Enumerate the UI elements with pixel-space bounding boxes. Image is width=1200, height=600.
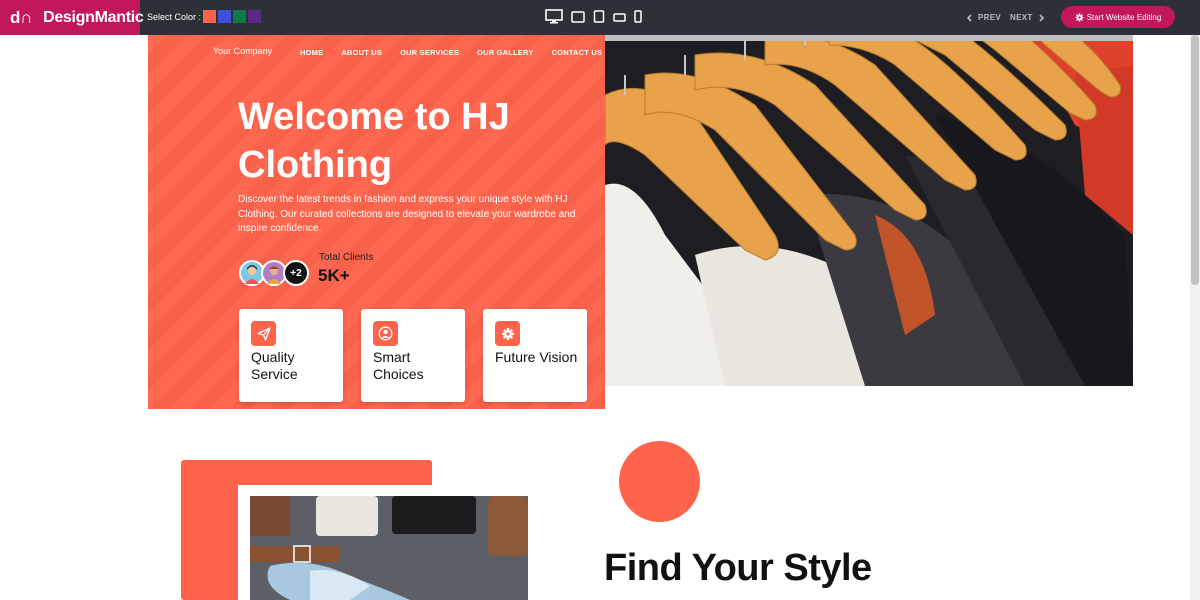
hero-section: Your Company HOME ABOUT US OUR SERVICES … — [148, 35, 605, 409]
feature-card-future-vision[interactable]: Future Vision — [483, 309, 587, 402]
color-swatch-orange[interactable] — [203, 10, 216, 23]
feature-card-quality-service[interactable]: Quality Service — [239, 309, 343, 402]
chevron-right-icon — [1038, 13, 1044, 22]
page-scrollbar[interactable] — [1190, 35, 1200, 600]
gear-icon — [495, 321, 520, 346]
avatar-more-count: +2 — [283, 260, 309, 286]
logo-mark: d∩ — [10, 7, 33, 27]
hero-description: Discover the latest trends in fashion an… — [238, 194, 576, 234]
feature-card-label: Smart Choices — [373, 349, 424, 382]
next-button[interactable]: NEXT — [1010, 13, 1045, 22]
color-swatch-green[interactable] — [233, 10, 246, 23]
chevron-left-icon — [966, 13, 972, 22]
decorative-orange-circle — [619, 441, 700, 522]
scrollbar-thumb[interactable] — [1191, 35, 1199, 285]
feature-card-label: Quality Service — [251, 349, 298, 382]
feature-card-label: Future Vision — [495, 349, 578, 365]
company-logo-text[interactable]: Your Company — [213, 46, 272, 56]
site-nav: HOME ABOUT US OUR SERVICES OUR GALLERY C… — [300, 48, 602, 57]
mobile-portrait-icon[interactable] — [634, 10, 642, 23]
start-editing-label: Start Website Editing — [1086, 12, 1162, 22]
nav-about-us[interactable]: ABOUT US — [341, 48, 382, 57]
desktop-icon[interactable] — [545, 9, 563, 24]
mobile-landscape-icon[interactable] — [613, 12, 626, 22]
logo-text: DesignMantic — [43, 8, 144, 26]
gear-icon — [1075, 12, 1084, 22]
total-clients-label: Total Clients — [319, 252, 374, 263]
nav-our-services[interactable]: OUR SERVICES — [400, 48, 459, 57]
color-swatch-purple[interactable] — [248, 10, 261, 23]
nav-home[interactable]: HOME — [300, 48, 323, 57]
device-switcher — [545, 9, 642, 24]
prev-label: PREV — [978, 13, 1001, 22]
color-swatch-blue[interactable] — [218, 10, 231, 23]
hero-title: Welcome to HJ Clothing — [238, 96, 510, 186]
user-circle-icon — [373, 321, 398, 346]
tablet-landscape-icon[interactable] — [571, 10, 585, 23]
paper-plane-icon — [251, 321, 276, 346]
next-label: NEXT — [1010, 13, 1033, 22]
prev-button[interactable]: PREV — [966, 13, 1001, 22]
nav-contact-us[interactable]: CONTACT US — [552, 48, 603, 57]
hero-clothing-photo — [605, 35, 1133, 386]
designmantic-logo[interactable]: d∩ DesignMantic — [0, 0, 144, 35]
total-clients-value: 5K+ — [318, 266, 350, 285]
tablet-portrait-icon[interactable] — [593, 10, 605, 23]
feature-card-smart-choices[interactable]: Smart Choices — [361, 309, 465, 402]
start-website-editing-button[interactable]: Start Website Editing — [1061, 6, 1175, 28]
nav-our-gallery[interactable]: OUR GALLERY — [477, 48, 534, 57]
find-your-style-heading: Find Your Style — [604, 547, 872, 589]
accessories-photo — [250, 496, 528, 600]
editor-toolbar: d∩ DesignMantic Select Color : PREV NEXT — [0, 0, 1200, 35]
client-avatars: +2 — [239, 260, 309, 286]
select-color-label: Select Color : — [147, 12, 202, 22]
